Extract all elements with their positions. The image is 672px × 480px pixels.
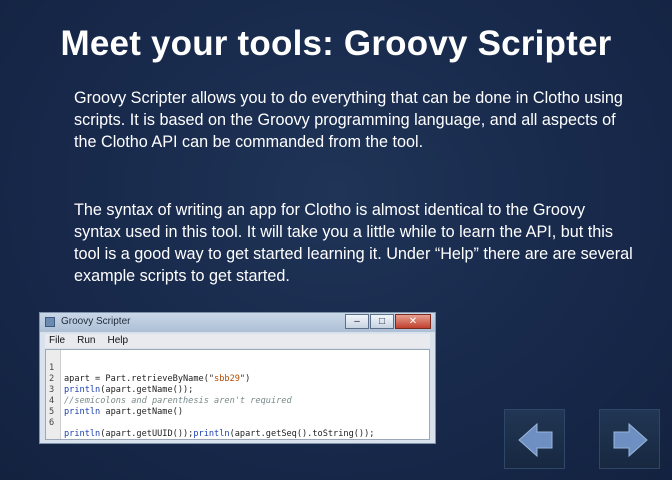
menu-bar: File Run Help [45, 334, 430, 348]
code-editor[interactable]: 1 apart = Part.retrieveByName("sbb29") 2… [45, 349, 430, 440]
code-line: 5 [46, 396, 77, 417]
menu-run[interactable]: Run [77, 334, 95, 348]
right-arrow-icon [613, 422, 648, 458]
code-text: println(apart.getUUID());println(apart.g… [64, 429, 375, 439]
code-comment: //semicolons and parenthesis aren't requ… [64, 396, 292, 406]
syntax-paragraph: The syntax of writing an app for Clotho … [74, 201, 633, 285]
app-icon [45, 317, 55, 327]
code-text: println(apart.getName()); [64, 385, 194, 395]
window-title: Groovy Scripter [61, 316, 131, 327]
next-slide-button[interactable] [599, 409, 660, 469]
code-line: 2 println(apart.getName()); [46, 363, 193, 395]
groovy-scripter-window: Groovy Scripter – □ ✕ File Run Help 1 ap… [39, 312, 436, 444]
line-number: 6 [49, 418, 55, 428]
maximize-button[interactable]: □ [370, 314, 394, 329]
minimize-button[interactable]: – [345, 314, 369, 329]
code-line: 6 println(apart.getUUID());println(apart… [46, 407, 374, 439]
code-text: println apart.getName() [64, 407, 184, 417]
menu-help[interactable]: Help [107, 334, 128, 348]
left-arrow-icon [518, 422, 553, 458]
code-line: 4 println apart.getName() [46, 385, 183, 417]
menu-file[interactable]: File [49, 334, 65, 348]
previous-slide-button[interactable] [504, 409, 565, 469]
code-line: 3 //semicolons and parenthesis aren't re… [46, 374, 292, 406]
window-titlebar[interactable]: Groovy Scripter – □ ✕ [40, 313, 435, 332]
intro-paragraph: Groovy Scripter allows you to do everyth… [74, 89, 623, 151]
slide-title: Meet your tools: Groovy Scripter [60, 24, 612, 63]
close-button[interactable]: ✕ [395, 314, 431, 329]
code-text: apart = Part.retrieveByName("sbb29") [64, 374, 251, 384]
code-line: 1 apart = Part.retrieveByName("sbb29") [46, 352, 250, 384]
